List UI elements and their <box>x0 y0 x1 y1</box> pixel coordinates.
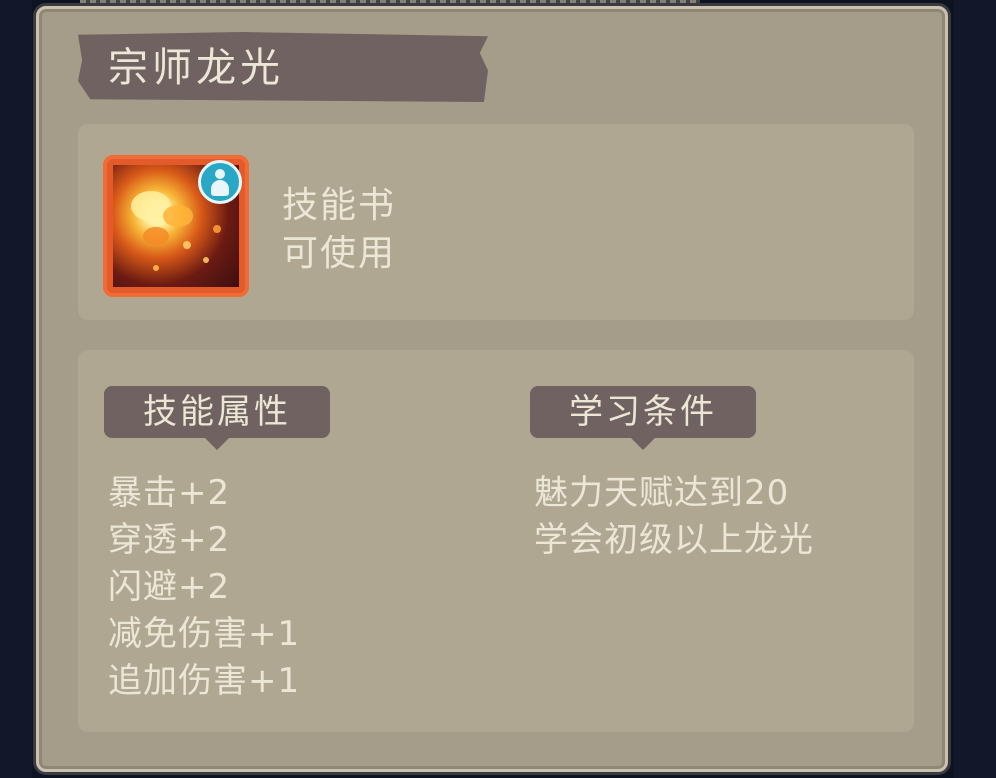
requirement-item: 魅力天赋达到20 <box>534 473 790 513</box>
skill-title: 宗师龙光 <box>108 45 284 91</box>
attributes-tag: 技能属性 <box>104 386 330 450</box>
requirement-item: 学会初级以上龙光 <box>534 520 814 560</box>
attribute-item: 闪避+2 <box>108 567 231 607</box>
item-type-label: 技能书 <box>282 185 397 226</box>
attribute-item: 暴击+2 <box>108 473 231 513</box>
person-badge-icon <box>198 160 242 204</box>
item-usable-label: 可使用 <box>282 233 397 274</box>
attribute-item: 减免伤害+1 <box>108 614 301 654</box>
requirements-tag: 学习条件 <box>530 386 756 450</box>
attribute-item: 穿透+2 <box>108 520 231 560</box>
attribute-item: 追加伤害+1 <box>108 661 301 701</box>
